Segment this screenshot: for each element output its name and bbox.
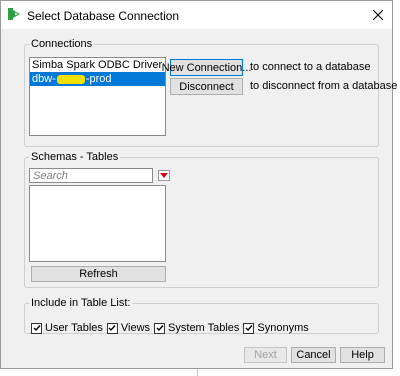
views-checkbox[interactable]: Views bbox=[106, 322, 151, 334]
checkmark-icon bbox=[156, 325, 164, 332]
close-icon bbox=[373, 10, 383, 20]
include-legend: Include in Table List: bbox=[31, 297, 131, 309]
connection-item-dbw-prod[interactable]: dbw- -prod bbox=[30, 72, 165, 86]
select-database-connection-dialog: Select Database Connection Connections S… bbox=[0, 0, 397, 369]
search-input[interactable] bbox=[29, 168, 153, 183]
include-table-list-group: Include in Table List: User Tables Views… bbox=[24, 297, 379, 334]
schemas-tables-legend: Schemas - Tables bbox=[31, 151, 119, 163]
cancel-button[interactable]: Cancel bbox=[291, 347, 336, 363]
schemas-tables-group: Schemas - Tables Refresh bbox=[24, 151, 379, 288]
connections-legend: Connections bbox=[31, 38, 93, 50]
synonyms-checkbox[interactable]: Synonyms bbox=[243, 322, 309, 334]
new-connection-button[interactable]: New Connection... bbox=[162, 59, 251, 76]
refresh-button[interactable]: Refresh bbox=[31, 266, 166, 282]
system-tables-label: System Tables bbox=[168, 322, 240, 334]
checkbox-box[interactable] bbox=[106, 322, 118, 334]
disconnect-button[interactable]: Disconnect bbox=[170, 78, 243, 95]
connection-name-prefix: dbw- bbox=[32, 73, 56, 85]
connections-group: Connections Simba Spark ODBC Driver dbw-… bbox=[24, 38, 397, 147]
next-button[interactable]: Next bbox=[244, 347, 287, 363]
chevron-down-icon bbox=[160, 173, 168, 178]
include-options: User Tables Views System Tables Synonyms bbox=[31, 322, 313, 334]
checkmark-icon bbox=[245, 325, 253, 332]
checkbox-box[interactable] bbox=[154, 322, 166, 334]
title-bar: Select Database Connection bbox=[1, 1, 392, 29]
views-label: Views bbox=[120, 322, 151, 334]
redaction-mark bbox=[56, 74, 85, 84]
new-connection-hint: to connect to a database bbox=[250, 61, 371, 73]
search-options-dropdown[interactable] bbox=[158, 170, 170, 181]
help-button[interactable]: Help bbox=[340, 347, 385, 363]
connection-name-suffix: -prod bbox=[85, 73, 112, 85]
checkbox-box[interactable] bbox=[243, 322, 255, 334]
system-tables-checkbox[interactable]: System Tables bbox=[154, 322, 239, 334]
close-button[interactable] bbox=[364, 1, 392, 29]
checkmark-icon bbox=[33, 325, 41, 332]
disconnect-hint: to disconnect from a database bbox=[250, 80, 398, 92]
tables-list[interactable] bbox=[29, 185, 166, 262]
connections-list[interactable]: Simba Spark ODBC Driver dbw- -prod bbox=[29, 57, 166, 136]
checkbox-box[interactable] bbox=[31, 322, 42, 334]
user-tables-label: User Tables bbox=[45, 322, 103, 334]
app-icon bbox=[8, 8, 22, 23]
window-title: Select Database Connection bbox=[27, 9, 180, 23]
user-tables-checkbox[interactable]: User Tables bbox=[31, 322, 103, 334]
connection-item-simba[interactable]: Simba Spark ODBC Driver bbox=[30, 58, 165, 72]
synonyms-label: Synonyms bbox=[257, 322, 309, 334]
background-line bbox=[197, 369, 198, 376]
checkmark-icon bbox=[108, 325, 116, 332]
